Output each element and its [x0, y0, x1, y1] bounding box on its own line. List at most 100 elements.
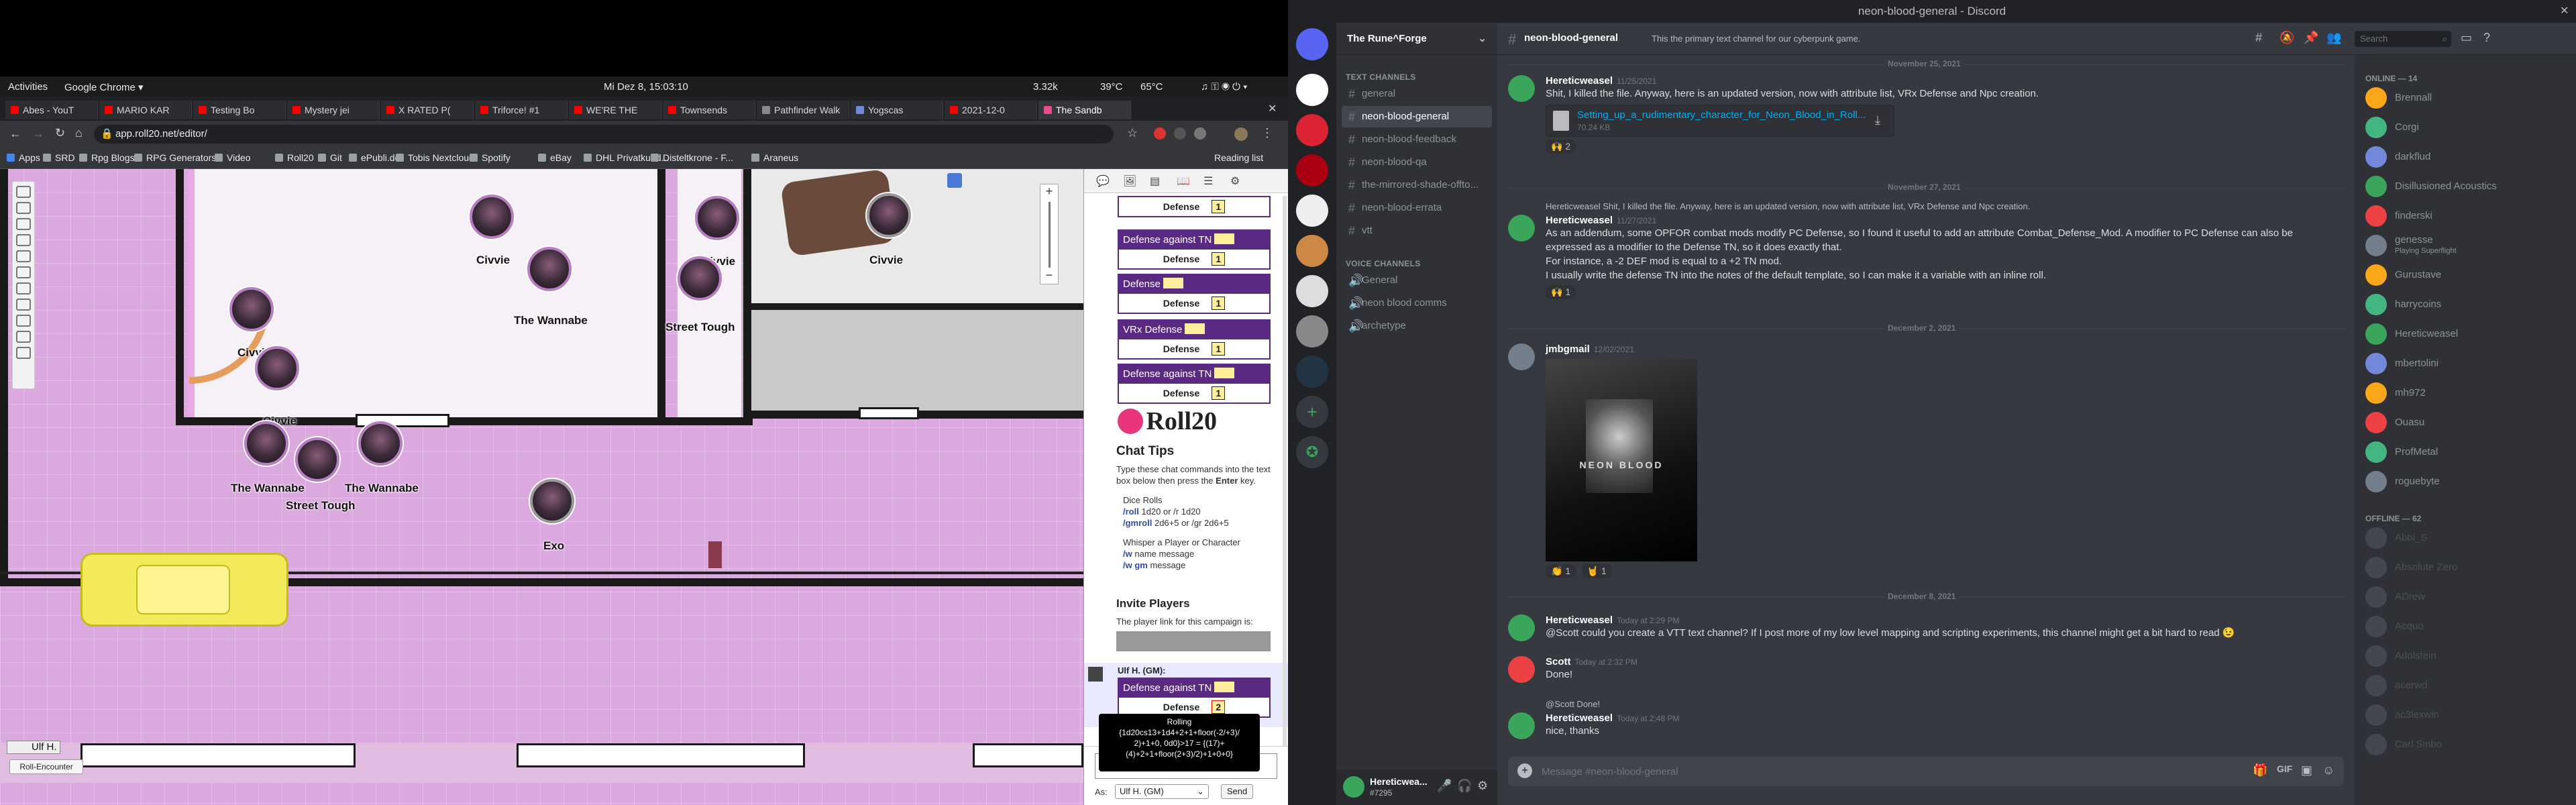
reaction[interactable]: 🙌 1	[1546, 285, 1576, 299]
token[interactable]	[678, 256, 722, 301]
bookmark-item[interactable]: Roll20	[275, 152, 314, 163]
forward-icon[interactable]: →	[32, 127, 44, 141]
member-item[interactable]: Disillusioned Acoustics	[2365, 173, 2567, 201]
message-avatar[interactable]	[1508, 712, 1535, 739]
member-item[interactable]: Gurustave	[2365, 262, 2567, 290]
voice-channel[interactable]: 🔊 General	[1342, 270, 1492, 291]
compendium-tab-icon[interactable]: 📖	[1177, 174, 1190, 188]
message-input[interactable]	[1542, 762, 2212, 781]
settings-tab-icon[interactable]: ⚙	[1230, 174, 1240, 188]
bookmark-item[interactable]: Git	[318, 152, 342, 163]
channel-topic[interactable]: This the primary text channel for our cy…	[1652, 34, 1860, 44]
roll-result[interactable]: 1	[1212, 200, 1226, 213]
voice-channel[interactable]: 🔊 neon blood comms	[1342, 292, 1492, 314]
message-avatar[interactable]	[1508, 215, 1535, 241]
reaction[interactable]: 🤘 1	[1581, 564, 1612, 578]
help-icon[interactable]: ?	[2483, 31, 2490, 45]
bookmark-item[interactable]: Apps	[7, 152, 40, 163]
extension-icon[interactable]	[1154, 127, 1166, 140]
headphones-icon[interactable]: 🎧	[1457, 779, 1472, 793]
member-item[interactable]: Adolstein	[2365, 643, 2567, 671]
roll-encounter-button[interactable]: Roll-Encounter	[9, 759, 83, 774]
message-author[interactable]: jmbgmail	[1546, 343, 1590, 355]
browser-tab[interactable]: The Sandb	[1038, 101, 1131, 119]
mic-icon[interactable]: 🎤	[1437, 779, 1452, 793]
message-author[interactable]: Hereticweasel	[1546, 215, 1613, 226]
member-list-icon[interactable]: 👥	[2326, 31, 2341, 45]
server-icon[interactable]	[1296, 74, 1328, 106]
member-item[interactable]: harrycoins	[2365, 291, 2567, 319]
token[interactable]	[255, 346, 299, 390]
token[interactable]	[358, 421, 402, 466]
bookmark-item[interactable]: Video	[215, 152, 251, 163]
dice-tool-icon[interactable]	[16, 282, 31, 294]
decks-tab-icon[interactable]: ☰	[1203, 174, 1213, 188]
browser-tab[interactable]: Triforce! #1	[475, 101, 568, 119]
member-item[interactable]: mh972	[2365, 380, 2567, 408]
message-avatar[interactable]	[1508, 343, 1535, 370]
activities-button[interactable]: Activities	[8, 81, 48, 93]
token[interactable]	[867, 193, 911, 237]
text-channel[interactable]: # neon-blood-feedback	[1342, 129, 1492, 150]
turn-order-icon[interactable]	[16, 299, 31, 311]
reply-reference[interactable]: @Scott Done!	[1508, 699, 2344, 709]
pin-icon[interactable]: 📌	[2304, 31, 2318, 45]
gif-icon[interactable]: GIF	[2277, 763, 2292, 774]
clock[interactable]: Mi Dez 8, 15:03:10	[604, 81, 688, 93]
image-attachment[interactable]: NEON BLOOD	[1546, 359, 1697, 561]
inbox-icon[interactable]: ▭	[2461, 31, 2472, 45]
member-item[interactable]: acerwd	[2365, 672, 2567, 700]
member-item[interactable]: Absolute Zero	[2365, 554, 2567, 582]
voice-channel[interactable]: 🔊 archetype	[1342, 315, 1492, 337]
roll-result[interactable]: 1	[1212, 252, 1226, 266]
member-item[interactable]: roguebyte	[2365, 468, 2567, 496]
bookmark-item[interactable]: Rpg Blogs	[79, 152, 135, 163]
member-item[interactable]: Abbi_S	[2365, 525, 2567, 553]
system-tray-icons[interactable]: ♫ ⚿ ◉ ⏻ ▾	[1201, 81, 1247, 93]
download-icon[interactable]: ⤓	[1875, 113, 1880, 127]
file-attachment[interactable]: Setting_up_a_rudimentary_character_for_N…	[1546, 105, 1894, 137]
speaking-as-select[interactable]: Ulf H. (GM) ⌄	[1115, 784, 1209, 799]
server-icon[interactable]	[1296, 275, 1328, 307]
server-name[interactable]: The Rune^Forge ⌄	[1336, 23, 1497, 55]
message-avatar[interactable]	[1508, 656, 1535, 683]
server-icon[interactable]	[1296, 195, 1328, 227]
member-item[interactable]: Corgi	[2365, 114, 2567, 142]
bookmark-item[interactable]: eBay	[538, 152, 572, 163]
browser-tab[interactable]: MARIO KAR	[99, 101, 192, 119]
bookmark-item[interactable]: Tobis Nextcloud	[396, 152, 474, 163]
back-icon[interactable]: ←	[9, 127, 21, 141]
member-item[interactable]: Carl Sinbo	[2365, 731, 2567, 759]
bookmark-item[interactable]: SRD	[43, 152, 75, 163]
browser-tab[interactable]: Yogscas	[851, 101, 943, 119]
zoom-tool-icon[interactable]	[16, 202, 31, 214]
bookmark-star-icon[interactable]: ☆	[1127, 126, 1138, 140]
member-item[interactable]: Acquo	[2365, 613, 2567, 641]
gift-icon[interactable]: 🎁	[2253, 763, 2267, 777]
roll20-map-canvas[interactable]: Civvie Civvie Civvie The Wannabe Civvie …	[0, 169, 1083, 805]
window-close-icon[interactable]: ✕	[2560, 4, 2569, 17]
extension-icon[interactable]	[1194, 127, 1206, 140]
member-item[interactable]: genesse Playing Superflight	[2365, 232, 2567, 260]
member-item[interactable]: finderski	[2365, 203, 2567, 231]
select-tool-icon[interactable]	[16, 186, 31, 198]
browser-tab[interactable]: Mystery jei	[287, 101, 380, 119]
extension-icon[interactable]	[1174, 127, 1186, 140]
reading-list[interactable]: Reading list	[1214, 152, 1263, 163]
chat-tab-icon[interactable]: 💬	[1096, 174, 1110, 188]
emoji-icon[interactable]: ☺	[2322, 763, 2334, 777]
member-item[interactable]: darkflud	[2365, 144, 2567, 172]
roll-result[interactable]: 1	[1212, 386, 1226, 400]
browser-tab[interactable]: Pathfinder Walk	[757, 101, 849, 119]
home-icon[interactable]: ⌂	[75, 126, 83, 140]
bookmark-item[interactable]: RPG Generators	[134, 152, 216, 163]
ruler-tool-icon[interactable]	[16, 250, 31, 262]
text-channel[interactable]: # neon-blood-errata	[1342, 197, 1492, 219]
browser-tab[interactable]: Townsends	[663, 101, 755, 119]
text-channel[interactable]: # general	[1342, 83, 1492, 105]
text-category[interactable]: TEXT CHANNELS	[1346, 72, 1416, 82]
browser-tab[interactable]: Testing Bo	[193, 101, 286, 119]
send-button[interactable]: Send	[1221, 784, 1253, 799]
token[interactable]	[695, 196, 739, 240]
message-author[interactable]: Scott	[1546, 656, 1571, 667]
